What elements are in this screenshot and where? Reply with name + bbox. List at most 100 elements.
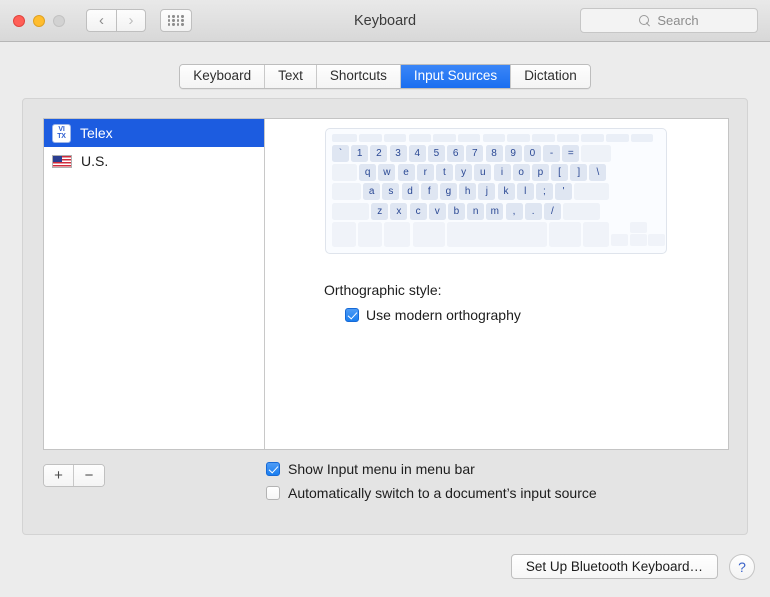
tab-shortcuts[interactable]: Shortcuts <box>316 65 401 88</box>
key-space <box>446 221 547 247</box>
list-item-label: Telex <box>80 125 113 141</box>
key-i: i <box>493 164 511 182</box>
keyboard-layout-preview: ` 1 2 3 4 5 6 7 8 9 0 - = q w e r t y u … <box>325 128 667 254</box>
list-item-label: U.S. <box>81 153 109 169</box>
key-6: 6 <box>447 145 465 162</box>
key-u: u <box>474 164 492 182</box>
search-placeholder: Search <box>657 13 699 28</box>
us-flag-icon <box>52 154 72 168</box>
show-all-preferences-button[interactable] <box>160 9 192 32</box>
key-b: b <box>447 202 465 220</box>
key-c: c <box>409 202 427 220</box>
checkbox-box[interactable] <box>266 486 280 500</box>
checkbox-label: Automatically switch to a document’s inp… <box>288 485 597 501</box>
keyboard-row-bottom-letters: z x c v b n m , . / <box>332 202 660 220</box>
arrow-right-key <box>648 234 666 247</box>
key-o: o <box>512 164 530 182</box>
window-titlebar: ‹ › Keyboard Search <box>0 0 770 42</box>
key-comma: , <box>505 202 523 220</box>
checkbox-label: Use modern orthography <box>366 307 521 323</box>
checkbox-box[interactable] <box>345 308 359 322</box>
key-s: s <box>382 183 400 201</box>
key-8: 8 <box>485 145 503 162</box>
key-shift-right <box>563 202 601 220</box>
key-equals: = <box>562 145 580 162</box>
key-p: p <box>531 164 549 182</box>
remove-input-source-button[interactable]: − <box>74 465 104 486</box>
key-2: 2 <box>370 145 388 162</box>
key-option-left <box>384 221 411 247</box>
input-source-options: Show Input menu in menu bar Automaticall… <box>266 461 597 509</box>
key-tab <box>332 164 357 182</box>
zoom-button <box>53 14 65 27</box>
key-n: n <box>467 202 485 220</box>
key-w: w <box>378 164 396 182</box>
key-backslash: \ <box>589 164 607 182</box>
key-d: d <box>401 183 419 201</box>
checkbox-box[interactable] <box>266 462 280 476</box>
keyboard-row-function <box>332 134 660 142</box>
key-shift-left <box>332 202 369 220</box>
input-sources-panel: VI TX Telex U.S. ` 1 2 3 4 5 6 7 8 9 0 -… <box>22 98 748 535</box>
key-m: m <box>486 202 504 220</box>
keyboard-row-top: q w e r t y u i o p [ ] \ <box>332 164 660 182</box>
orthographic-style-label: Orthographic style: <box>324 282 442 298</box>
key-quote: ' <box>555 183 573 201</box>
telex-vi-tx-icon: VI TX <box>52 123 71 143</box>
auto-switch-input-source-checkbox[interactable]: Automatically switch to a document’s inp… <box>266 485 597 501</box>
key-z: z <box>371 202 389 220</box>
preference-tab-bar: Keyboard Text Shortcuts Input Sources Di… <box>0 64 770 89</box>
tab-keyboard[interactable]: Keyboard <box>180 65 266 88</box>
keyboard-row-home: a s d f g h j k l ; ' <box>332 183 660 201</box>
key-fn <box>332 221 356 247</box>
key-e: e <box>397 164 415 182</box>
key-9: 9 <box>504 145 522 162</box>
key-h: h <box>459 183 477 201</box>
checkbox-label: Show Input menu in menu bar <box>288 461 475 477</box>
key-7: 7 <box>466 145 484 162</box>
grid-view-icon <box>167 15 185 26</box>
input-source-list[interactable]: VI TX Telex U.S. <box>44 119 265 449</box>
key-j: j <box>478 183 496 201</box>
add-input-source-button[interactable]: + <box>44 465 74 486</box>
keyboard-row-modifiers <box>332 221 666 247</box>
minimize-button[interactable] <box>33 14 45 27</box>
arrow-keys-cluster <box>611 221 666 247</box>
chevron-right-icon: › <box>128 12 134 29</box>
key-delete <box>581 145 612 162</box>
use-modern-orthography-checkbox[interactable]: Use modern orthography <box>345 307 521 323</box>
show-input-menu-checkbox[interactable]: Show Input menu in menu bar <box>266 461 597 477</box>
key-period: . <box>524 202 542 220</box>
search-field[interactable]: Search <box>580 8 758 33</box>
tab-dictation[interactable]: Dictation <box>511 65 590 88</box>
tab-text[interactable]: Text <box>265 65 317 88</box>
list-item-telex[interactable]: VI TX Telex <box>44 119 264 147</box>
key-option-right <box>583 221 610 247</box>
arrow-down-key <box>629 234 647 247</box>
key-5: 5 <box>427 145 445 162</box>
key-f: f <box>420 183 438 201</box>
back-button[interactable]: ‹ <box>86 9 116 32</box>
tab-input-sources[interactable]: Input Sources <box>400 65 512 88</box>
key-capslock <box>332 183 361 201</box>
key-l: l <box>516 183 534 201</box>
navigation-button-group: ‹ › <box>86 9 146 32</box>
key-0: 0 <box>523 145 541 162</box>
key-r: r <box>416 164 434 182</box>
help-button[interactable]: ? <box>729 554 755 580</box>
arrow-left-key <box>611 234 629 247</box>
forward-button[interactable]: › <box>116 9 146 32</box>
search-icon <box>639 14 651 27</box>
key-semicolon: ; <box>535 183 553 201</box>
add-remove-button-group: + − <box>43 464 105 487</box>
key-minus: - <box>543 145 561 162</box>
key-q: q <box>359 164 377 182</box>
content-box: VI TX Telex U.S. ` 1 2 3 4 5 6 7 8 9 0 -… <box>43 118 729 450</box>
list-item-us[interactable]: U.S. <box>44 147 264 175</box>
set-up-bluetooth-keyboard-button[interactable]: Set Up Bluetooth Keyboard… <box>510 554 718 579</box>
key-v: v <box>428 202 446 220</box>
key-slash: / <box>543 202 561 220</box>
close-button[interactable] <box>13 14 25 27</box>
key-x: x <box>390 202 408 220</box>
key-g: g <box>439 183 457 201</box>
